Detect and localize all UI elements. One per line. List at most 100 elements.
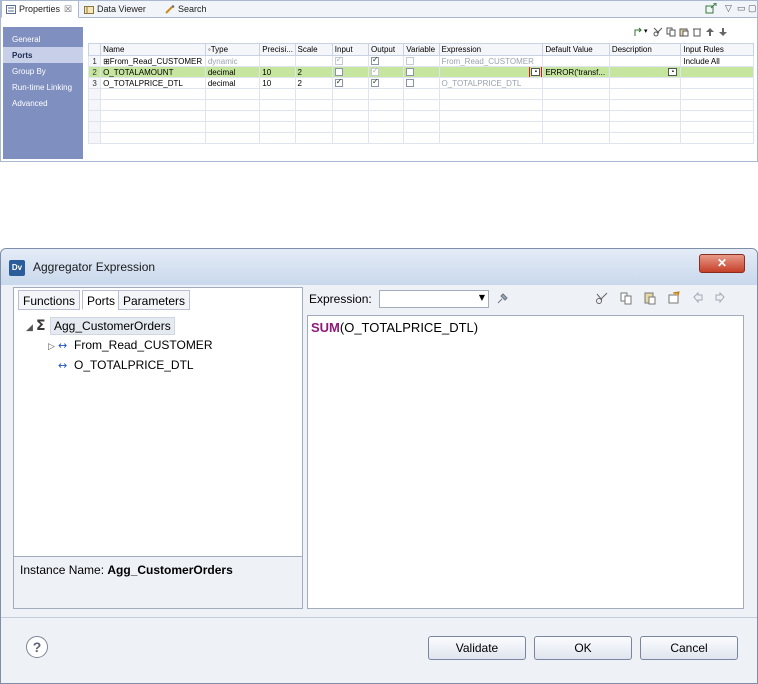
expand-icon[interactable]: ▷ <box>48 342 58 352</box>
paste-icon[interactable] <box>643 291 657 305</box>
col-header-type[interactable]: ◦Type <box>204 43 261 56</box>
clear-icon[interactable] <box>667 291 681 305</box>
tree-node-label[interactable]: Agg_CustomerOrders <box>50 317 175 335</box>
variable-checkbox[interactable] <box>406 68 415 77</box>
tree-node-o-totalprice-dtl[interactable]: ↔ O_TOTALPRICE_DTL <box>58 358 194 376</box>
table-header-row: Name ◦Type Precisi... Scale Input Output… <box>87 43 754 56</box>
sidebar-item-general[interactable]: General <box>3 31 83 47</box>
col-header-precision[interactable]: Precisi... <box>259 43 296 56</box>
ok-button[interactable]: OK <box>534 636 632 660</box>
port-type-cell[interactable]: dynamic <box>204 55 261 67</box>
port-type-cell[interactable]: decimal <box>204 66 261 78</box>
variable-checkbox[interactable] <box>406 79 415 88</box>
output-checkbox[interactable] <box>371 68 380 77</box>
port-input-rules-cell[interactable] <box>680 77 754 89</box>
port-name-cell[interactable]: ⊞From_Read_CUSTOMER <box>100 55 206 67</box>
port-description-cell[interactable] <box>608 77 682 89</box>
table-row[interactable]: 1 ⊞From_Read_CUSTOMER dynamic From_Read_… <box>87 55 754 67</box>
pin-icon[interactable] <box>495 292 509 306</box>
open-expression-editor-icon[interactable]: ▪ <box>529 67 542 77</box>
col-header-input[interactable]: Input <box>331 43 370 56</box>
undo-icon[interactable] <box>691 291 705 305</box>
col-header-description[interactable]: Description <box>608 43 682 56</box>
input-checkbox[interactable] <box>334 68 343 77</box>
collapse-icon[interactable]: ◢ <box>26 323 36 333</box>
input-checkbox[interactable] <box>334 79 343 88</box>
table-row[interactable]: 2 O_TOTALAMOUNT decimal 10 2 ▪ ERROR('tr… <box>87 66 754 78</box>
col-header-default-value[interactable]: Default Value <box>542 43 610 56</box>
sidebar-item-group-by[interactable]: Group By <box>3 63 83 79</box>
cut-icon[interactable] <box>595 291 609 305</box>
port-expression-cell[interactable]: O_TOTALPRICE_DTL <box>438 77 544 89</box>
properties-icon <box>6 5 16 14</box>
left-pane: Functions Ports Parameters ◢ Σ Agg_Custome… <box>13 287 303 609</box>
col-header-output[interactable]: Output <box>368 43 405 56</box>
copy-icon[interactable] <box>666 27 676 37</box>
maximize-icon[interactable]: ▢ <box>748 3 757 14</box>
port-input-rules-cell[interactable]: Include All <box>680 55 754 67</box>
col-header-expression[interactable]: Expression <box>438 43 544 56</box>
close-button[interactable]: ✕ <box>699 254 745 273</box>
col-header-input-rules[interactable]: Input Rules <box>680 43 754 56</box>
col-header-scale[interactable]: Scale <box>294 43 333 56</box>
tree-node-root[interactable]: ◢ Σ Agg_CustomerOrders <box>26 317 175 336</box>
minimize-icon[interactable]: ▭ <box>737 3 746 14</box>
output-checkbox[interactable] <box>371 79 380 88</box>
port-precision-cell[interactable]: 10 <box>259 77 296 89</box>
view-menu-icon[interactable]: ▽ <box>725 3 732 14</box>
help-icon[interactable]: ? <box>26 636 48 658</box>
tab-parameters[interactable]: Parameters <box>118 290 191 310</box>
paste-icon[interactable] <box>679 27 689 37</box>
sidebar-item-ports[interactable]: Ports <box>3 47 83 63</box>
expand-group-icon[interactable]: ⊞ <box>103 57 110 66</box>
port-name-cell[interactable]: O_TOTALAMOUNT <box>100 66 206 78</box>
port-scale-cell[interactable]: 2 <box>294 77 333 89</box>
sidebar-item-run-time-linking[interactable]: Run-time Linking <box>3 79 83 95</box>
tab-search[interactable]: Search <box>161 1 213 18</box>
port-description-cell[interactable] <box>608 55 682 67</box>
table-row[interactable]: 3 O_TOTALPRICE_DTL decimal 10 2 O_TOTALP… <box>87 77 754 89</box>
input-checkbox[interactable] <box>334 57 343 66</box>
output-checkbox[interactable] <box>371 57 380 66</box>
port-description-cell[interactable]: ▪ <box>608 66 682 78</box>
cancel-button[interactable]: Cancel <box>640 636 738 660</box>
port-type-cell[interactable]: decimal <box>204 77 261 89</box>
copy-icon[interactable] <box>619 291 633 305</box>
port-name-cell[interactable]: O_TOTALPRICE_DTL <box>100 77 206 89</box>
validate-button[interactable]: Validate <box>428 636 526 660</box>
chevron-down-icon[interactable]: ▼ <box>479 293 485 302</box>
port-expression-cell[interactable]: From_Read_CUSTOMER <box>438 55 544 67</box>
new-port-icon[interactable] <box>633 27 643 37</box>
port-expression-cell[interactable]: ▪ <box>438 66 544 78</box>
tab-properties[interactable]: Properties ☒ <box>1 0 80 18</box>
port-input-rules-cell[interactable] <box>680 66 754 78</box>
tab-data-viewer-label: Data Viewer <box>97 4 146 14</box>
empty-row <box>87 121 754 133</box>
port-precision-cell[interactable]: 10 <box>259 66 296 78</box>
tab-ports[interactable]: Ports <box>82 290 121 310</box>
delete-icon[interactable] <box>692 27 702 37</box>
col-header-name[interactable]: Name <box>100 43 206 56</box>
expression-editor[interactable]: SUM(O_TOTALPRICE_DTL) <box>307 315 744 609</box>
port-scale-cell[interactable] <box>294 55 333 67</box>
col-header-variable[interactable]: Variable <box>403 43 440 56</box>
move-down-icon[interactable] <box>718 27 728 37</box>
open-new-icon[interactable] <box>705 3 717 14</box>
tab-data-viewer[interactable]: Data Viewer <box>80 1 152 18</box>
close-icon[interactable]: ☒ <box>64 4 72 14</box>
move-up-icon[interactable] <box>705 27 715 37</box>
port-default-value-cell[interactable] <box>542 77 610 89</box>
expression-select[interactable]: ▼ <box>379 290 489 308</box>
port-precision-cell[interactable] <box>259 55 296 67</box>
port-default-value-cell[interactable] <box>542 55 610 67</box>
variable-checkbox[interactable] <box>406 57 415 66</box>
port-default-value-cell[interactable]: ERROR('transf... <box>542 66 610 78</box>
port-scale-cell[interactable]: 2 <box>294 66 333 78</box>
edit-description-icon[interactable]: ▪ <box>668 68 678 76</box>
redo-icon[interactable] <box>713 291 727 305</box>
tab-functions[interactable]: Functions <box>18 290 81 310</box>
tree-node-from-read-customer[interactable]: ▷ ↔ From_Read_CUSTOMER <box>48 338 212 356</box>
cut-icon[interactable] <box>653 27 663 37</box>
dialog-titlebar[interactable]: Dv Aggregator Expression ✕ <box>1 249 757 285</box>
sidebar-item-advanced[interactable]: Advanced <box>3 95 83 111</box>
